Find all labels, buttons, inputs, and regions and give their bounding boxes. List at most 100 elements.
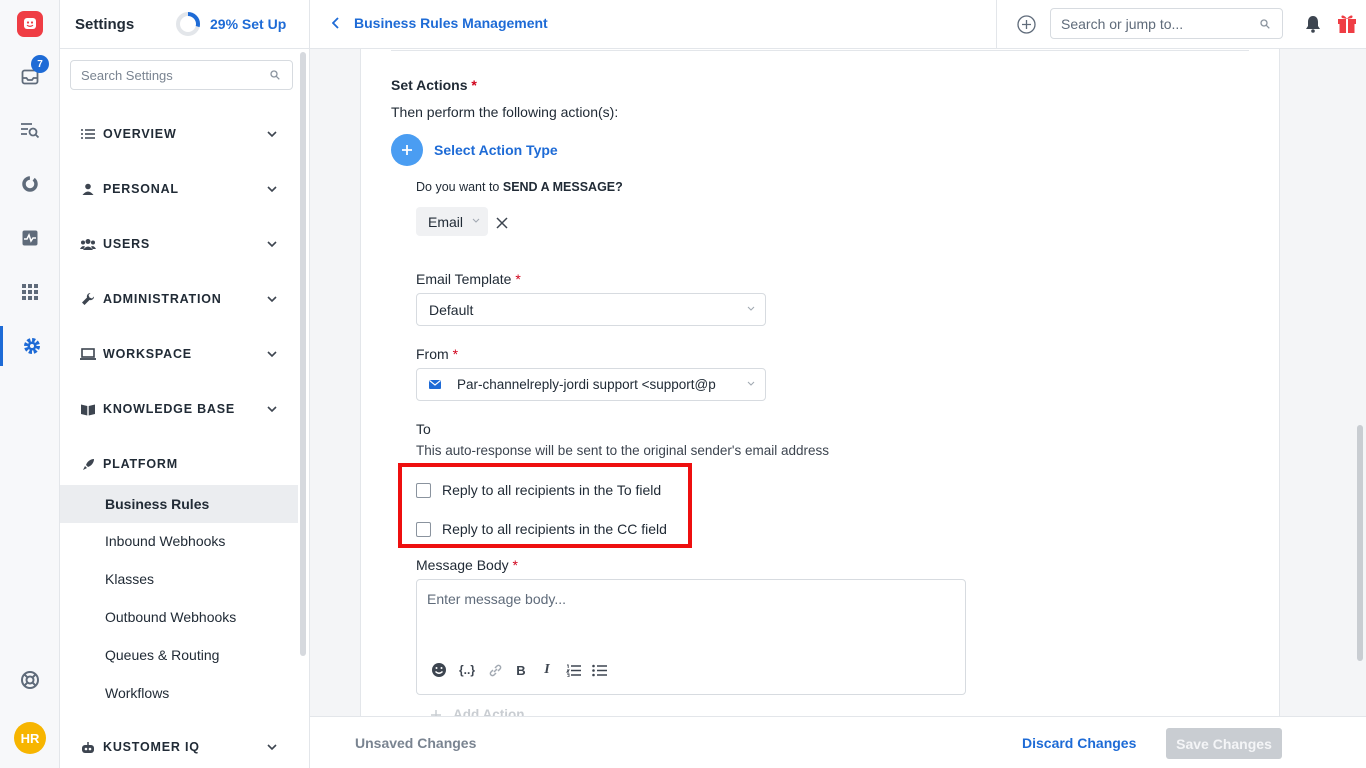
help-nav[interactable] (0, 660, 60, 700)
settings-search-input[interactable]: Search Settings (70, 60, 293, 90)
notifications-button[interactable] (1305, 15, 1321, 38)
laptop-icon (80, 348, 96, 360)
email-template-select[interactable]: Default (416, 293, 766, 326)
app-rail: 7 HR (0, 0, 60, 768)
person-icon (82, 183, 94, 195)
to-help-text: This auto-response will be sent to the o… (416, 443, 830, 458)
reply-cc-checkbox-row[interactable]: Reply to all recipients in the CC field (416, 521, 667, 537)
create-button[interactable] (1017, 15, 1036, 39)
section-overview[interactable]: OVERVIEW (60, 119, 300, 149)
variable-icon[interactable]: {..} (457, 662, 477, 678)
email-template-value: Default (429, 301, 474, 318)
inbox-nav[interactable] (0, 57, 60, 97)
section-knowledge-base[interactable]: KNOWLEDGE BASE (60, 394, 300, 424)
setup-progress[interactable]: 29% Set Up (175, 11, 286, 37)
reply-cc-label: Reply to all recipients in the CC field (442, 521, 667, 537)
sidebar-item-queues-routing[interactable]: Queues & Routing (60, 636, 298, 674)
settings-nav[interactable] (0, 326, 60, 366)
inbox-badge: 7 (31, 55, 49, 73)
bullet-list-icon[interactable] (591, 662, 607, 678)
divider (391, 50, 1249, 51)
plus-circle-icon (391, 134, 423, 166)
section-platform[interactable]: PLATFORM (60, 449, 300, 479)
channel-select-value: Email (428, 213, 464, 230)
sidebar-item-outbound-webhooks[interactable]: Outbound Webhooks (60, 598, 298, 636)
chevron-down-icon (267, 744, 277, 751)
envelope-icon (429, 380, 441, 389)
breadcrumb-title: Business Rules Management (354, 15, 548, 31)
bell-icon (1306, 16, 1320, 33)
emoji-icon[interactable] (431, 662, 447, 678)
chevron-down-icon (747, 306, 755, 311)
whats-new-button[interactable] (1337, 13, 1357, 39)
bold-icon[interactable]: B (513, 662, 529, 678)
section-label: USERS (103, 237, 151, 251)
section-administration[interactable]: ADMINISTRATION (60, 284, 300, 314)
chevron-down-icon (472, 218, 480, 223)
sidebar-item-klasses[interactable]: Klasses (60, 560, 298, 598)
from-select[interactable]: Par-channelreply-jordi support <support@… (416, 368, 766, 401)
section-users[interactable]: USERS (60, 229, 300, 259)
main-scrollbar[interactable] (1357, 425, 1363, 661)
section-workspace[interactable]: WORKSPACE (60, 339, 300, 369)
section-label: ADMINISTRATION (103, 292, 222, 306)
select-action-type-button[interactable]: Select Action Type (391, 134, 558, 166)
section-kustomer-iq[interactable]: KUSTOMER IQ (60, 732, 300, 762)
logo-icon (17, 11, 43, 37)
section-personal[interactable]: PERSONAL (60, 174, 300, 204)
remove-channel-button[interactable] (496, 216, 508, 234)
search-list-icon (21, 123, 40, 139)
reply-to-checkbox[interactable] (416, 482, 431, 498)
kustomer-logo[interactable] (0, 4, 60, 44)
numbered-list-icon[interactable] (565, 662, 581, 678)
link-icon[interactable] (487, 662, 503, 678)
activity-icon (22, 230, 38, 246)
save-changes-button[interactable]: Save Changes (1166, 728, 1282, 759)
italic-icon[interactable]: I (539, 662, 555, 678)
gear-icon (23, 338, 40, 354)
chevron-down-icon (267, 186, 277, 193)
rule-editor-card: Set Actions * Then perform the following… (360, 49, 1280, 716)
section-label: WORKSPACE (103, 347, 192, 361)
select-action-type-label: Select Action Type (434, 142, 558, 158)
add-action-label: Add Action (453, 707, 525, 716)
chevron-down-icon (267, 296, 277, 303)
add-action-button[interactable]: Add Action (431, 707, 525, 716)
chevron-down-icon (267, 241, 277, 248)
sidebar-item-inbound-webhooks[interactable]: Inbound Webhooks (60, 522, 298, 560)
reports-nav[interactable] (0, 164, 60, 204)
book-icon (81, 404, 95, 415)
to-label: To (416, 421, 431, 437)
grid-icon (22, 284, 38, 300)
footer-bar: Unsaved Changes Discard Changes Save Cha… (310, 716, 1366, 768)
user-avatar[interactable]: HR (14, 722, 46, 754)
section-label: OVERVIEW (103, 127, 177, 141)
chevron-down-icon (747, 381, 755, 386)
set-actions-subtitle: Then perform the following action(s): (391, 104, 619, 120)
from-value: Par-channelreply-jordi support <support@… (457, 377, 716, 392)
email-template-label: Email Template (416, 271, 512, 287)
reply-cc-checkbox[interactable] (416, 521, 431, 537)
message-body-editor[interactable]: Enter message body... {..} B I (416, 579, 966, 695)
sidebar-scrollbar[interactable] (300, 52, 306, 656)
robot-icon (82, 741, 94, 753)
sidebar-item-workflows[interactable]: Workflows (60, 674, 298, 712)
global-search-input[interactable]: Search or jump to... (1050, 8, 1283, 39)
discard-changes-button[interactable]: Discard Changes (1022, 735, 1136, 751)
apps-nav[interactable] (0, 272, 60, 312)
required-marker: * (471, 77, 477, 93)
breadcrumb[interactable]: Business Rules Management (332, 15, 548, 31)
progress-ring-icon (176, 12, 200, 36)
email-template-label-row: Email Template * (416, 271, 521, 287)
reply-to-checkbox-row[interactable]: Reply to all recipients in the To field (416, 482, 661, 498)
channel-select[interactable]: Email (416, 207, 488, 236)
from-label-row: From * (416, 346, 458, 362)
activity-nav[interactable] (0, 218, 60, 258)
settings-sidebar: Settings 29% Set Up Search Settings OVER… (60, 0, 310, 768)
sidebar-item-business-rules[interactable]: Business Rules (60, 485, 298, 523)
chevron-left-icon (332, 17, 339, 29)
rocket-icon (82, 458, 94, 470)
search-nav[interactable] (0, 110, 60, 150)
chevron-down-icon (267, 131, 277, 138)
required-marker: * (515, 271, 521, 287)
